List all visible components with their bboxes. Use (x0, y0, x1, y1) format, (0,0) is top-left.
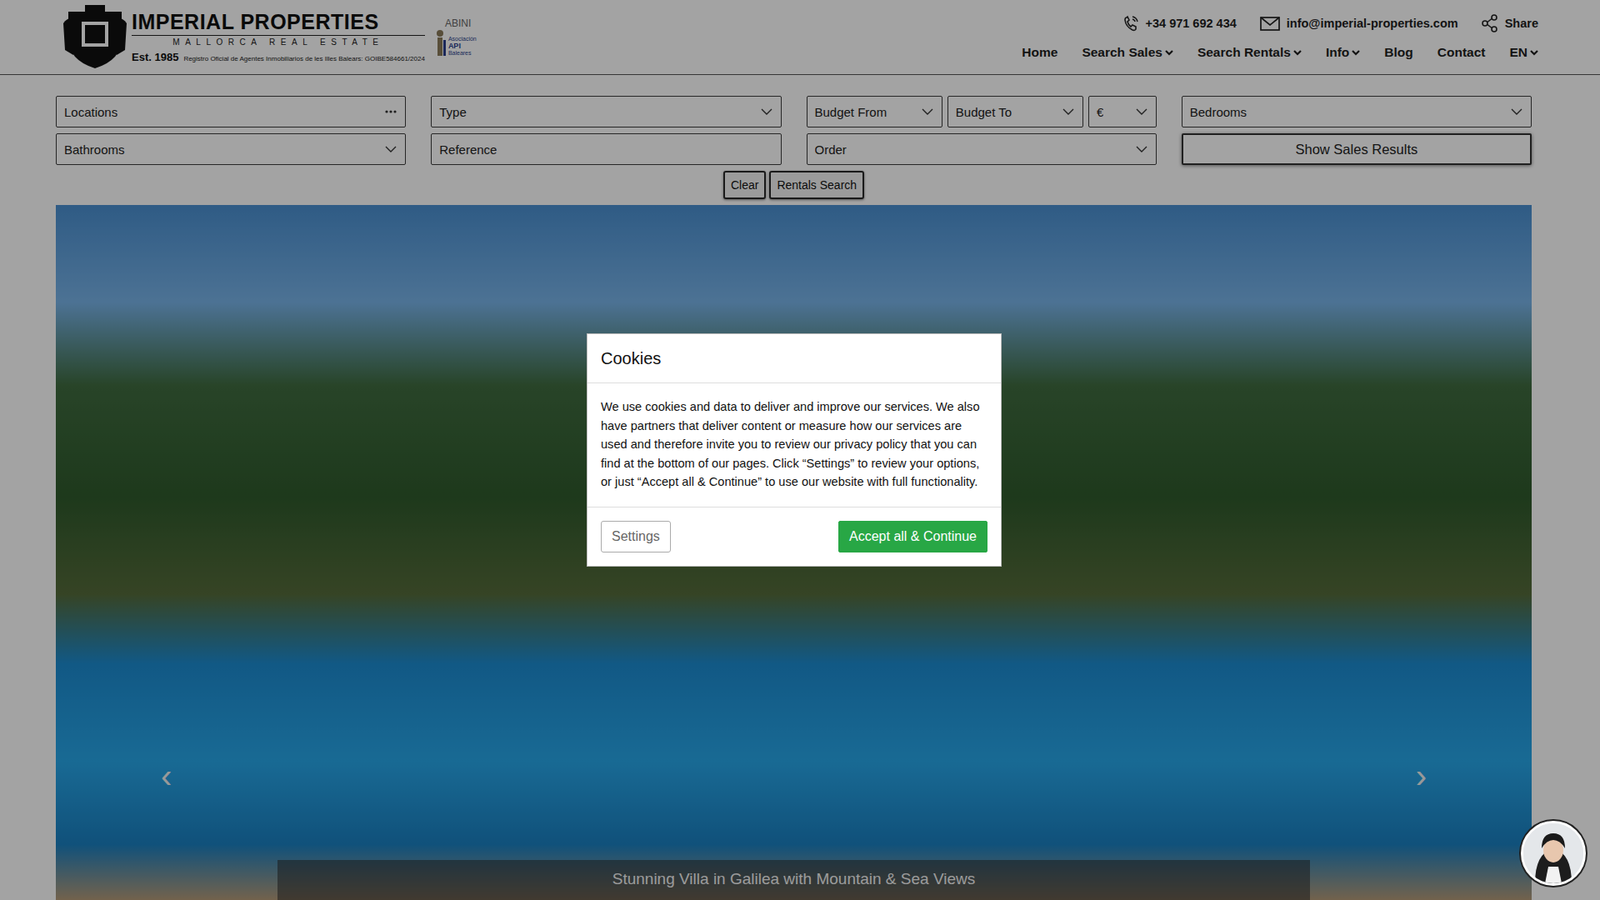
modal-overlay: CookiesWe use cookies and data to delive… (0, 0, 1600, 900)
person-icon (1523, 823, 1584, 884)
dialog-body: We use cookies and data to deliver and i… (587, 383, 1001, 507)
dialog-title: Cookies (587, 334, 1001, 384)
chat-avatar[interactable] (1520, 820, 1586, 886)
accept-button[interactable]: Accept all & Continue (838, 520, 988, 553)
cookie-dialog: CookiesWe use cookies and data to delive… (586, 333, 1002, 567)
settings-button[interactable]: Settings (600, 520, 671, 553)
